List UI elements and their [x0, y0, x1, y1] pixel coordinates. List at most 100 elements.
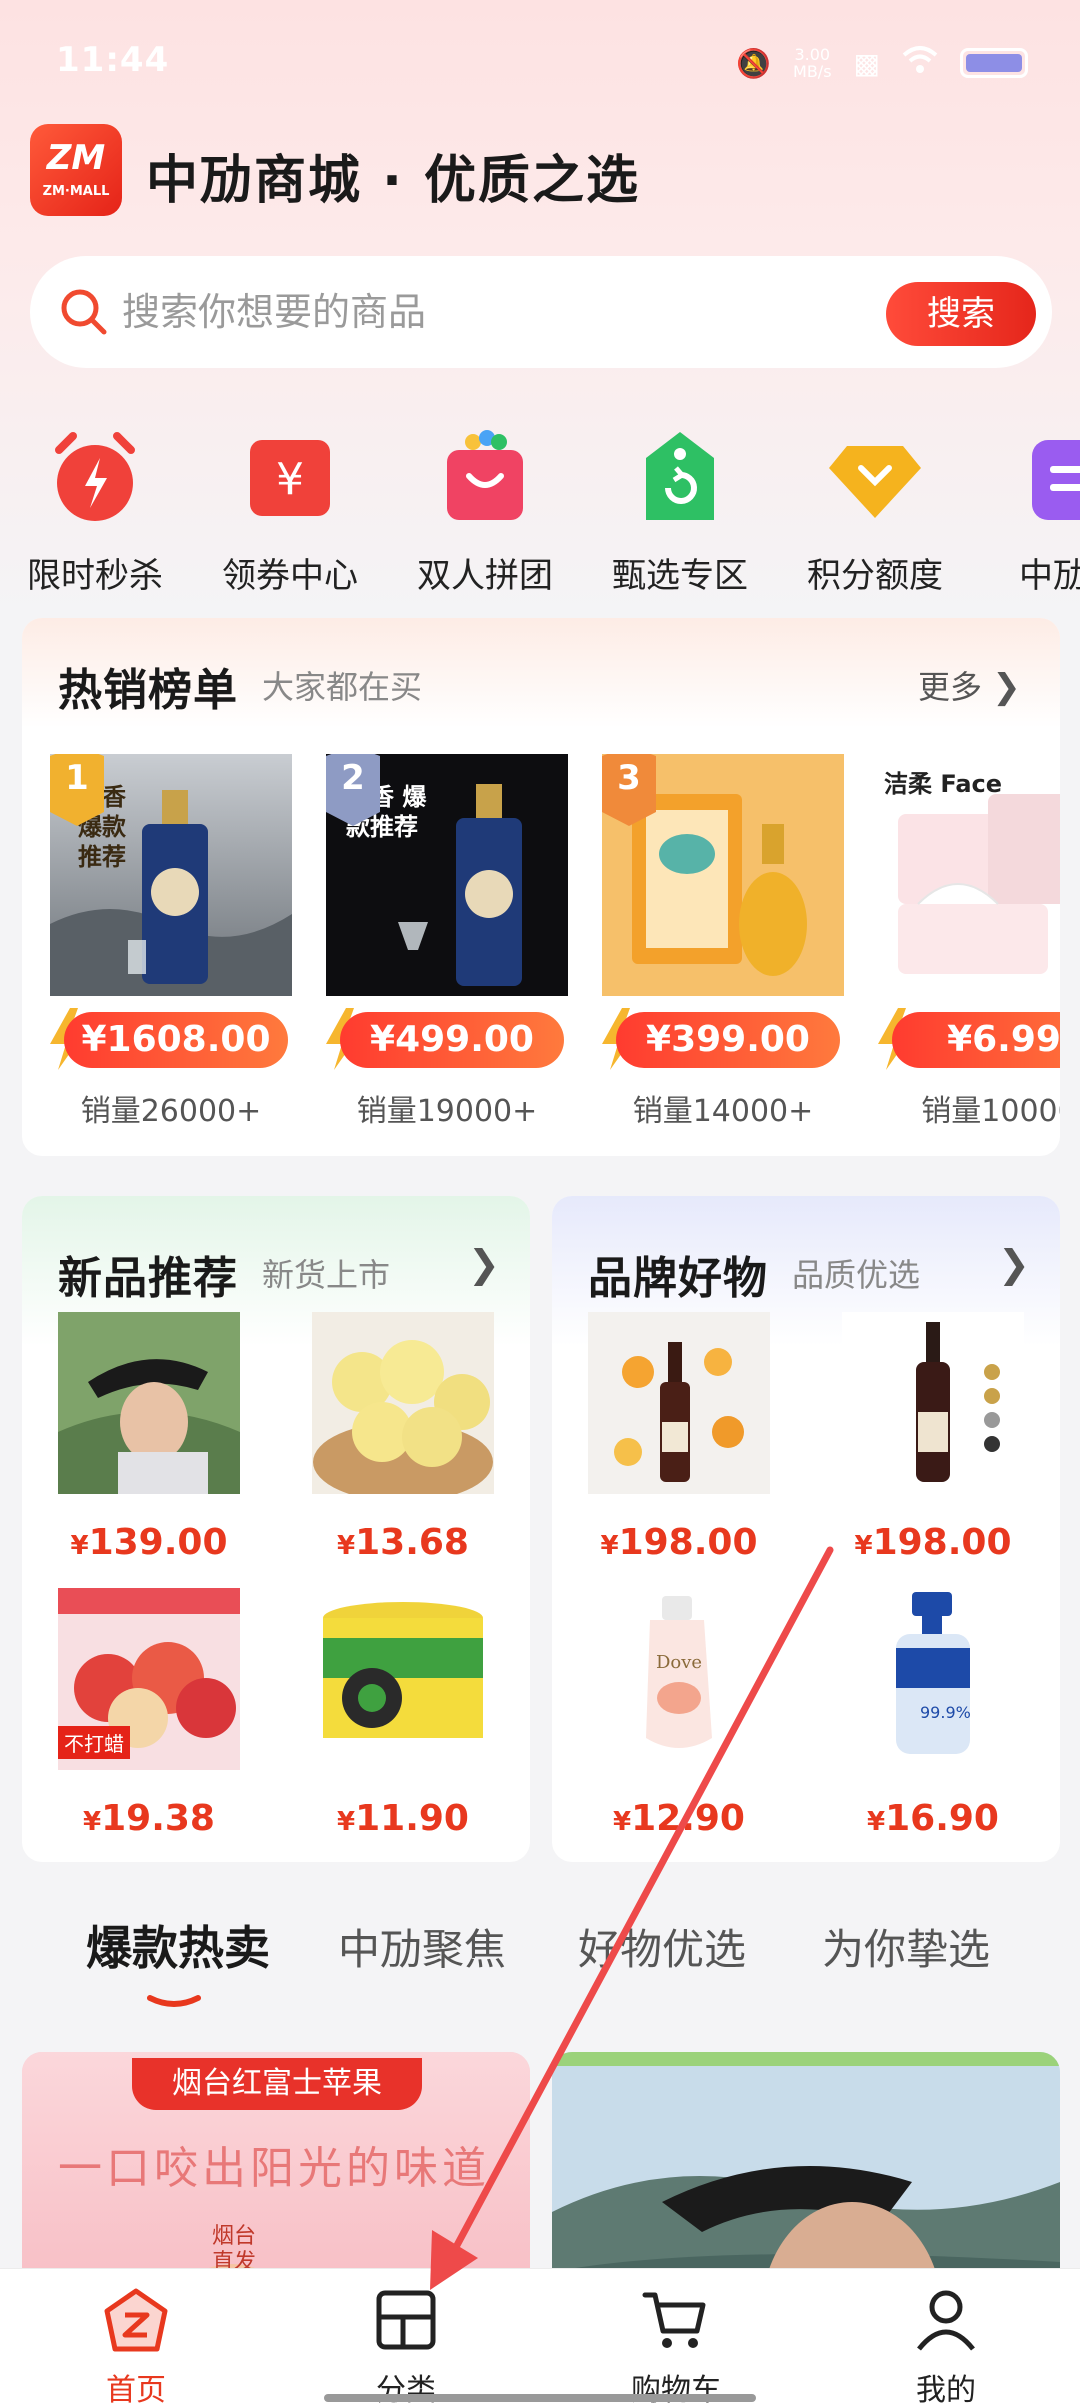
brand-goods-more-chevron-icon[interactable]: ❯ — [998, 1242, 1030, 1286]
nav-profile[interactable]: 我的 — [846, 2285, 1046, 2408]
product-image — [312, 1312, 494, 1494]
hot-item[interactable]: 酱香 爆款推荐 1 ¥1608.00 销量26000+ — [50, 754, 292, 1130]
sales-count: 销量14000+ — [632, 1094, 814, 1129]
new-products-card: 新品推荐 新货上市 ❯ ¥139.00 ¥13.68 不打蜡 ¥19.38 ¥1… — [22, 1196, 530, 1862]
battery-icon — [960, 48, 1028, 78]
rank-badge: 2 — [326, 754, 380, 826]
wifi-icon — [902, 45, 938, 82]
feed-banner-title: 烟台红富士苹果 — [132, 2058, 422, 2110]
rank-badge: 3 — [602, 754, 656, 826]
price-tag: ¥1608.00 — [64, 1012, 288, 1068]
product-price: ¥198.00 — [854, 1522, 1012, 1563]
cart-icon — [642, 2292, 706, 2348]
price-tag: ¥399.00 — [616, 1012, 840, 1068]
quick-item-points[interactable]: 积分额度 — [780, 428, 970, 597]
product-card[interactable]: ¥139.00 — [58, 1312, 240, 1563]
hot-list-more-link[interactable]: 更多 ❯ — [918, 662, 1021, 708]
product-image: 酱香 爆款推荐 1 — [50, 754, 292, 996]
search-bar[interactable]: 搜索 — [30, 256, 1052, 368]
hot-list-card: 热销榜单 大家都在买 更多 ❯ 酱香 爆款推荐 1 ¥1608.00 — [22, 618, 1060, 1156]
quick-item-group-buy[interactable]: 双人拼团 — [390, 428, 580, 597]
product-price: ¥13.68 — [337, 1522, 469, 1563]
product-image: 洁柔 Face — [878, 754, 1060, 996]
profile-icon — [917, 2290, 975, 2351]
tab-hot-sale[interactable]: 爆款热卖 — [86, 1912, 270, 1978]
app-title: 中劢商城 · 优质之选 — [146, 151, 640, 211]
product-card[interactable]: 不打蜡 ¥19.38 — [58, 1588, 240, 1839]
product-price: ¥139.00 — [70, 1522, 228, 1563]
coupon-icon: ¥ — [240, 428, 340, 528]
feed-tabs: 爆款热卖 中劢聚焦 好物优选 为你挚选 — [0, 1912, 1080, 2007]
product-image — [58, 1312, 240, 1494]
home-icon — [104, 2288, 168, 2352]
brand-goods-subtitle: 品质优选 — [792, 1256, 921, 1294]
quick-item-flash-sale[interactable]: 限时秒杀 — [0, 428, 190, 597]
product-price: ¥11.90 — [337, 1798, 469, 1839]
product-card[interactable]: 99.9% ¥16.90 — [842, 1588, 1024, 1839]
product-card[interactable]: ¥198.00 — [842, 1312, 1024, 1563]
quick-item-more[interactable]: 中劢资 — [975, 428, 1080, 597]
svg-text:Dove: Dove — [656, 1652, 702, 1673]
product-image: 不打蜡 — [58, 1588, 240, 1770]
product-image: 99.9% — [842, 1588, 1024, 1770]
product-image: Dove — [588, 1588, 770, 1770]
mute-icon: 🔕 — [736, 46, 772, 80]
category-icon — [376, 2290, 436, 2350]
hot-list-title: 热销榜单 — [58, 665, 238, 716]
product-image — [588, 1312, 770, 1494]
app-logo: ZM ZM·MALL — [30, 124, 122, 216]
rank-badge: 1 — [50, 754, 104, 826]
product-card[interactable]: ¥198.00 — [588, 1312, 770, 1563]
status-time: 11:44 — [56, 40, 170, 80]
home-indicator — [324, 2394, 756, 2402]
bottom-nav: 首页 分类 购物车 我的 — [0, 2268, 1080, 2408]
product-image — [312, 1588, 494, 1770]
product-image — [842, 1312, 1024, 1494]
network-speed: 3.00 MB/s — [793, 45, 832, 81]
sales-count: 销量19000+ — [356, 1094, 538, 1129]
sales-count: 销量10000 — [921, 1094, 1060, 1129]
feed-slogan: 一口咬出阳光的味道 — [58, 2143, 490, 2194]
product-price: ¥19.38 — [83, 1798, 215, 1839]
price-tag: ¥499.00 — [340, 1012, 564, 1068]
product-card[interactable]: Dove ¥12.90 — [588, 1588, 770, 1839]
chevron-right-icon: ❯ — [992, 667, 1021, 707]
quick-item-coupons[interactable]: ¥ 领券中心 — [195, 428, 385, 597]
hot-item[interactable]: 3 ¥399.00 销量14000+ — [602, 754, 844, 1130]
tab-for-you[interactable]: 为你挚选 — [822, 1916, 990, 1977]
tag-icon — [630, 428, 730, 528]
list-icon — [1020, 428, 1080, 528]
nav-home[interactable]: 首页 — [36, 2285, 236, 2408]
status-icons: 🔕 3.00 MB/s ▩ — [736, 40, 1028, 86]
diamond-icon — [825, 428, 925, 528]
active-tab-indicator — [147, 1995, 201, 2007]
brand-goods-title: 品牌好物 — [588, 1253, 768, 1304]
shopping-bag-icon — [435, 428, 535, 528]
quick-menu: 限时秒杀 ¥ 领券中心 双人拼团 甄选专区 积分额度 中劢资 — [0, 428, 1080, 598]
svg-text:99.9%: 99.9% — [920, 1703, 971, 1722]
search-button[interactable]: 搜索 — [886, 282, 1036, 346]
product-image: 3 — [602, 754, 844, 996]
hot-item[interactable]: 洁柔 Face ¥6.99 销量10000 — [878, 754, 1060, 1130]
status-bar: 11:44 🔕 3.00 MB/s ▩ — [0, 0, 1080, 120]
tab-good-picks[interactable]: 好物优选 — [578, 1916, 746, 1977]
search-icon — [56, 284, 112, 344]
nav-cart[interactable]: 购物车 — [576, 2285, 776, 2408]
product-card[interactable]: ¥11.90 — [312, 1588, 494, 1839]
data-icon: ▩ — [853, 46, 880, 80]
brand-goods-card: 品牌好物 品质优选 ❯ ¥198.00 ¥198.00 Dove ¥12.90 … — [552, 1196, 1060, 1862]
quick-item-selected-zone[interactable]: 甄选专区 — [585, 428, 775, 597]
new-products-title: 新品推荐 — [58, 1253, 238, 1304]
product-card[interactable]: ¥13.68 — [312, 1312, 494, 1563]
search-input[interactable] — [122, 282, 802, 342]
new-products-more-chevron-icon[interactable]: ❯ — [468, 1242, 500, 1286]
nav-category[interactable]: 分类 — [306, 2285, 506, 2408]
tab-focus[interactable]: 中劢聚焦 — [338, 1916, 506, 1977]
product-price: ¥12.90 — [613, 1798, 745, 1839]
product-image: 酱香 爆款推荐 2 — [326, 754, 568, 996]
sales-count: 销量26000+ — [80, 1094, 262, 1129]
new-products-subtitle: 新货上市 — [262, 1256, 391, 1294]
hot-item[interactable]: 酱香 爆款推荐 2 ¥499.00 销量19000+ — [326, 754, 568, 1130]
hot-list-subtitle: 大家都在买 — [262, 668, 423, 706]
price-tag: ¥6.99 — [892, 1012, 1060, 1068]
